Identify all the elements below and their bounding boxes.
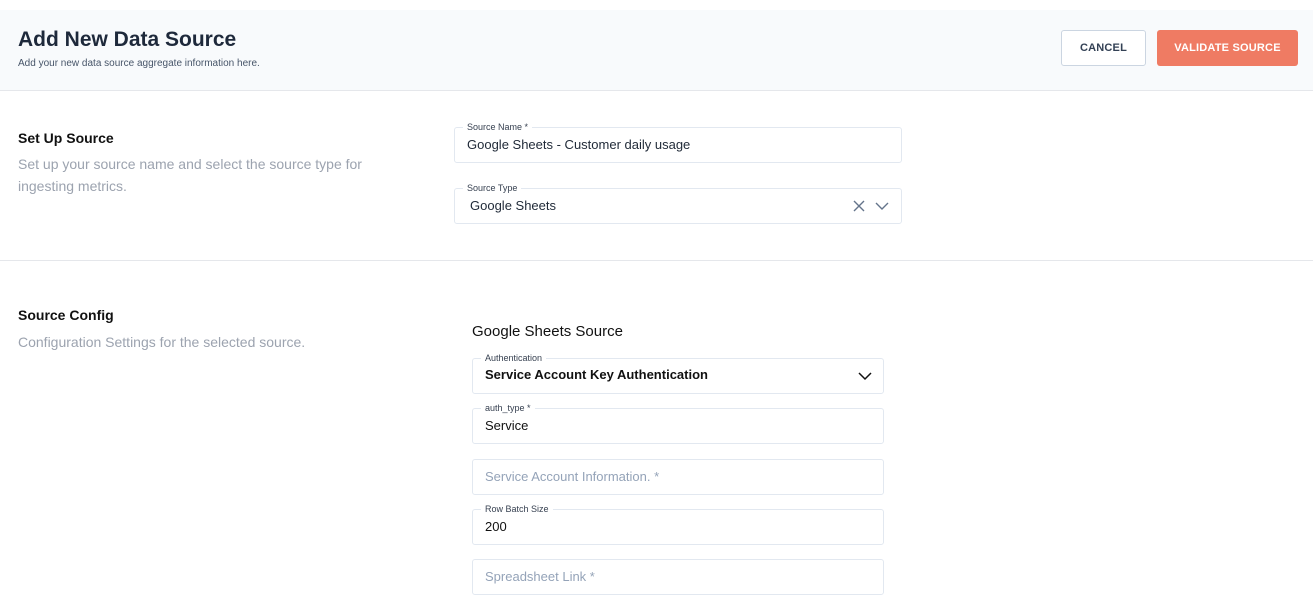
chevron-down-icon[interactable] bbox=[874, 198, 890, 214]
spreadsheet-link-field[interactable]: Spreadsheet Link * bbox=[472, 559, 884, 595]
section-divider bbox=[0, 260, 1313, 261]
setup-section-description: Set up your source name and select the s… bbox=[18, 156, 362, 194]
chevron-down-icon[interactable] bbox=[857, 368, 873, 384]
row-batch-size-label: Row Batch Size bbox=[481, 504, 553, 514]
validate-source-button[interactable]: VALIDATE SOURCE bbox=[1157, 30, 1298, 66]
spreadsheet-link-placeholder: Spreadsheet Link * bbox=[485, 569, 595, 584]
config-section-description: Configuration Settings for the selected … bbox=[18, 334, 306, 350]
row-batch-size-field[interactable]: Row Batch Size 200 bbox=[472, 504, 884, 545]
cancel-button[interactable]: CANCEL bbox=[1061, 30, 1146, 66]
config-section-title: Source Config bbox=[18, 307, 114, 323]
page-header: Add New Data Source Add your new data so… bbox=[0, 10, 1313, 91]
setup-section-title: Set Up Source bbox=[18, 130, 114, 146]
source-type-value: Google Sheets bbox=[470, 198, 557, 213]
authentication-label: Authentication bbox=[481, 353, 547, 363]
source-name-field[interactable]: Source Name * Google Sheets - Customer d… bbox=[454, 122, 902, 163]
auth-type-field[interactable]: auth_type * Service bbox=[472, 403, 884, 444]
clear-icon[interactable] bbox=[851, 198, 867, 214]
source-name-value: Google Sheets - Customer daily usage bbox=[467, 137, 691, 152]
authentication-select[interactable]: Authentication Service Account Key Authe… bbox=[472, 353, 884, 394]
auth-type-label: auth_type * bbox=[481, 403, 535, 413]
authentication-value: Service Account Key Authentication bbox=[485, 367, 708, 382]
source-type-label: Source Type bbox=[463, 183, 522, 193]
auth-type-value: Service bbox=[485, 418, 529, 433]
service-account-info-placeholder: Service Account Information. * bbox=[485, 469, 660, 484]
source-type-select[interactable]: Source Type Google Sheets bbox=[454, 183, 902, 224]
page-title: Add New Data Source bbox=[18, 28, 237, 51]
service-account-info-field[interactable]: Service Account Information. * bbox=[472, 459, 884, 495]
row-batch-size-value: 200 bbox=[485, 519, 507, 534]
config-heading: Google Sheets Source bbox=[472, 323, 623, 340]
source-name-label: Source Name * bbox=[463, 122, 533, 132]
page-subtitle: Add your new data source aggregate infor… bbox=[18, 58, 260, 69]
